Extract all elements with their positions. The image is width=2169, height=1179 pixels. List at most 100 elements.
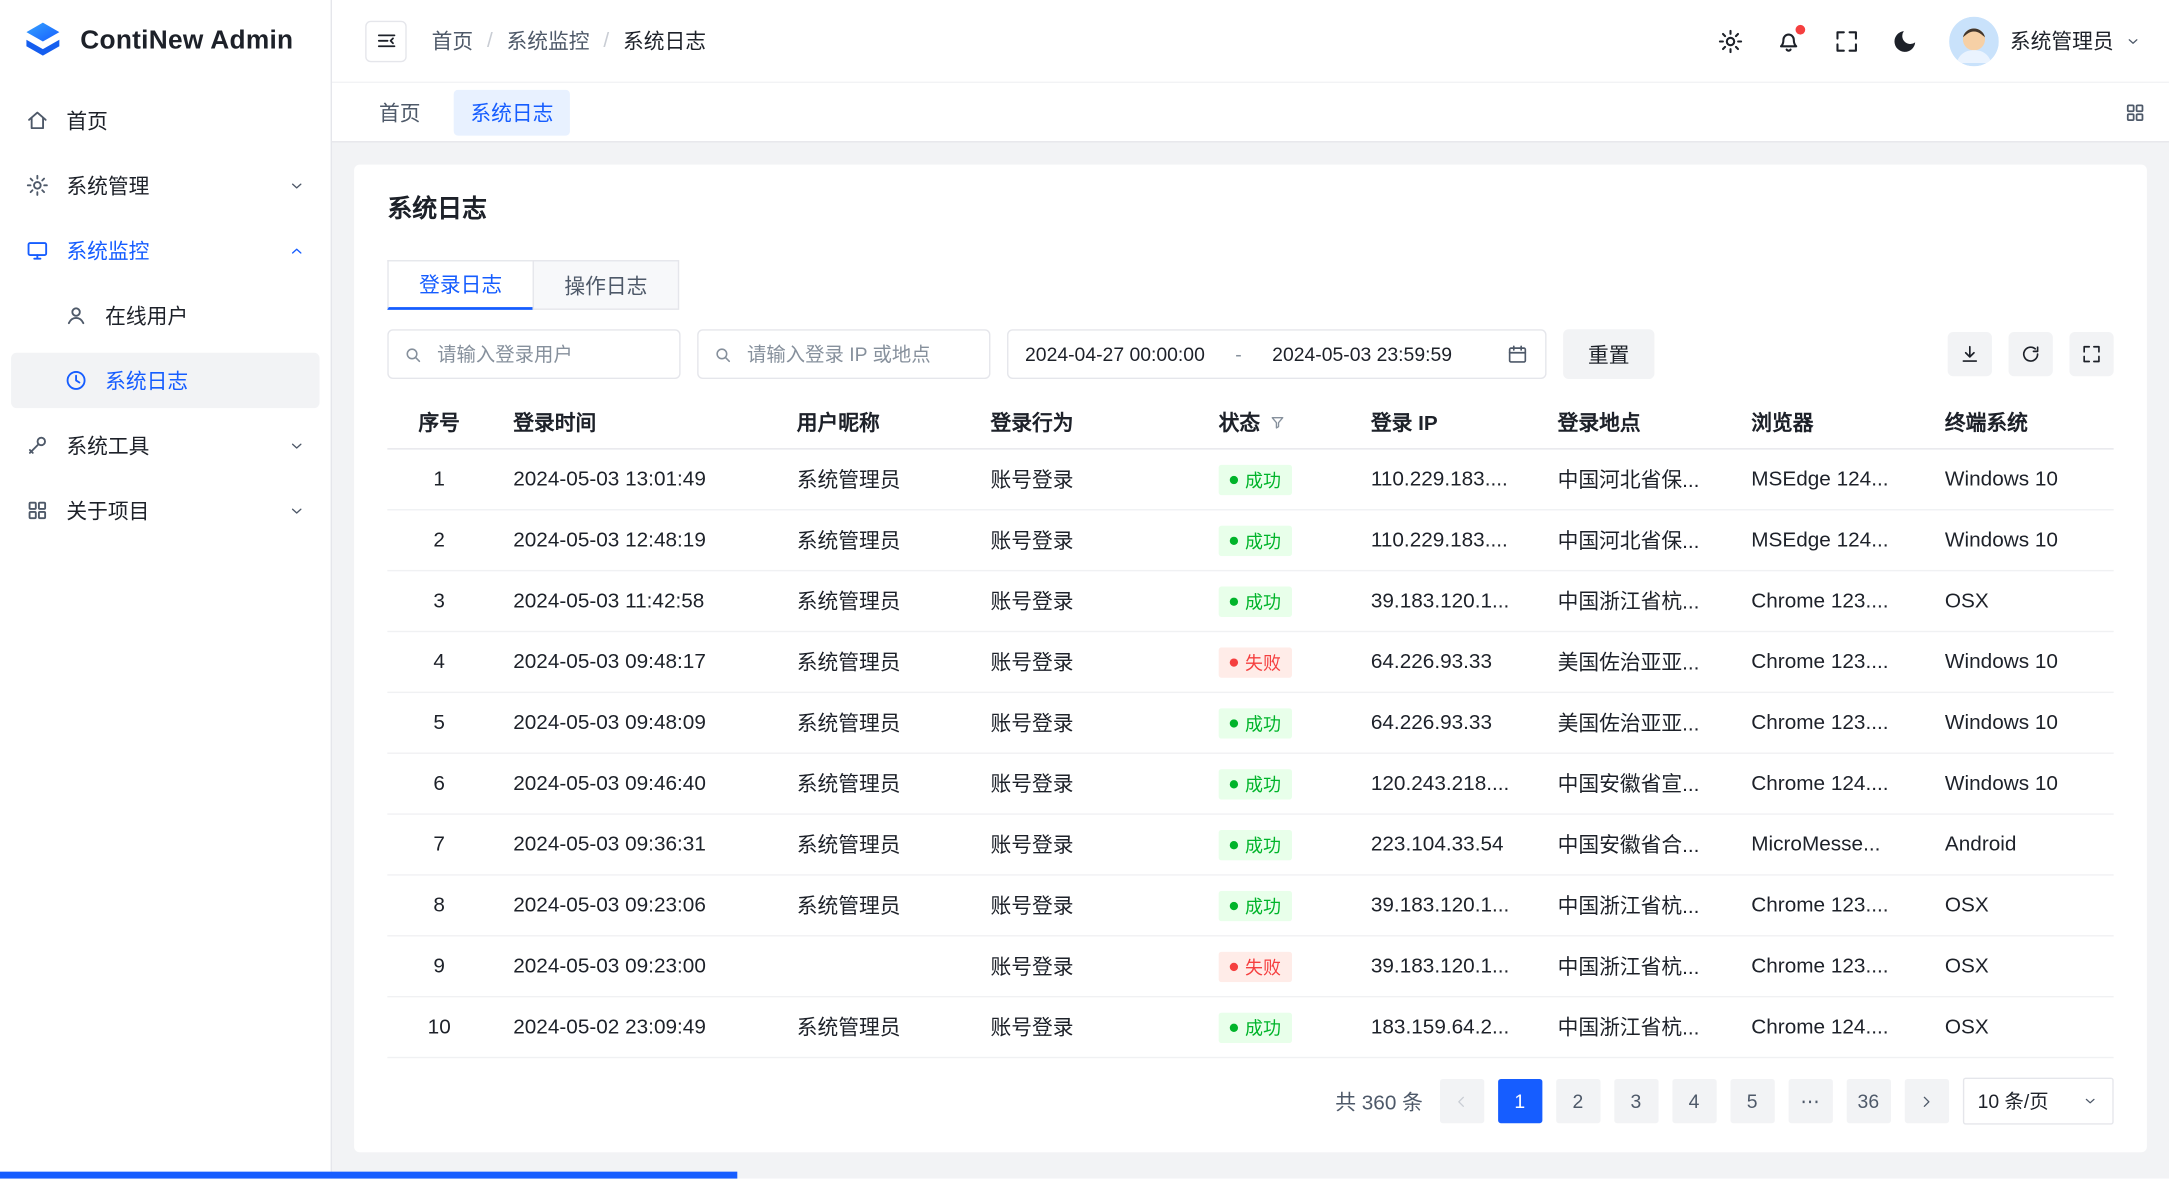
menu-fold-icon <box>374 29 398 53</box>
chevron-down-icon <box>288 501 306 519</box>
table-row[interactable]: 1 2024-05-03 13:01:49 系统管理员 账号登录 成功 110.… <box>387 450 2113 511</box>
export-button[interactable] <box>1948 332 1992 376</box>
table-row[interactable]: 6 2024-05-03 09:46:40 系统管理员 账号登录 成功 120.… <box>387 754 2113 815</box>
column-header-index: 序号 <box>387 407 491 436</box>
tab-operation-logs[interactable]: 操作日志 <box>533 260 680 310</box>
cell-os: Windows 10 <box>1923 528 2114 552</box>
column-header-status: 状态 <box>1197 407 1349 436</box>
cell-nickname: 系统管理员 <box>775 587 969 616</box>
filter-funnel-icon[interactable] <box>1269 413 1287 431</box>
sidebar-item-system-management[interactable]: 系统管理 <box>11 158 319 213</box>
cell-location: 中国浙江省杭... <box>1535 1013 1729 1042</box>
cell-time: 2024-05-03 09:23:06 <box>491 894 775 918</box>
sidebar-item-system-tools[interactable]: 系统工具 <box>11 418 319 473</box>
cell-status: 成功 <box>1197 586 1349 616</box>
table-row[interactable]: 5 2024-05-03 09:48:09 系统管理员 账号登录 成功 64.2… <box>387 693 2113 754</box>
cell-browser: Chrome 123.... <box>1729 894 1923 918</box>
column-header-browser: 浏览器 <box>1729 407 1923 436</box>
app-logo[interactable]: ContiNew Admin <box>0 0 331 83</box>
login-user-search[interactable] <box>387 329 680 379</box>
pagination-next-button[interactable] <box>1904 1079 1948 1123</box>
logo-icon <box>19 18 66 65</box>
table-row[interactable]: 7 2024-05-03 09:36:31 系统管理员 账号登录 成功 223.… <box>387 815 2113 876</box>
status-badge: 失败 <box>1219 647 1292 677</box>
cell-os: OSX <box>1923 589 2114 613</box>
cell-time: 2024-05-02 23:09:49 <box>491 1015 775 1039</box>
fullscreen-icon <box>1833 27 1861 55</box>
cell-index: 3 <box>387 589 491 613</box>
app-title: ContiNew Admin <box>80 26 293 56</box>
tab-actions-grid-icon[interactable] <box>2123 100 2147 124</box>
cell-ip: 39.183.120.1... <box>1349 589 1536 613</box>
view-tab-home[interactable]: 首页 <box>362 89 437 135</box>
table-row[interactable]: 2 2024-05-03 12:48:19 系统管理员 账号登录 成功 110.… <box>387 510 2113 571</box>
cell-location: 美国佐治亚亚... <box>1535 708 1729 737</box>
table-row[interactable]: 10 2024-05-02 23:09:49 系统管理员 账号登录 成功 183… <box>387 997 2113 1058</box>
table-row[interactable]: 9 2024-05-03 09:23:00 账号登录 失败 39.183.120… <box>387 936 2113 997</box>
tool-icon <box>25 433 50 458</box>
sidebar-collapse-button[interactable] <box>365 20 406 61</box>
table-header-row: 序号 登录时间 用户昵称 登录行为 状态 登录 IP 登录地点 浏览器 终端系统 <box>387 396 2113 450</box>
table-row[interactable]: 4 2024-05-03 09:48:17 系统管理员 账号登录 失败 64.2… <box>387 632 2113 693</box>
cell-time: 2024-05-03 09:23:00 <box>491 954 775 978</box>
sidebar-item-online-users[interactable]: 在线用户 <box>11 288 319 343</box>
pagination-page-button[interactable]: 5 <box>1730 1079 1774 1123</box>
pagination: 共 360 条 1 2 3 4 5 ⋯ <box>387 1078 2113 1125</box>
pagination-page-button[interactable]: 3 <box>1614 1079 1658 1123</box>
sidebar-item-about-project[interactable]: 关于项目 <box>11 483 319 538</box>
chevron-up-icon <box>288 241 306 259</box>
user-menu[interactable]: 系统管理员 <box>1949 16 2141 66</box>
status-dot-icon <box>1230 597 1238 605</box>
pagination-page-button[interactable]: 1 <box>1498 1079 1542 1123</box>
column-header-location: 登录地点 <box>1535 407 1729 436</box>
status-dot-icon <box>1230 658 1238 666</box>
login-ip-search[interactable] <box>697 329 990 379</box>
sidebar-item-system-monitor[interactable]: 系统监控 <box>11 223 319 278</box>
pagination-page-button[interactable]: 4 <box>1672 1079 1716 1123</box>
date-range-picker[interactable]: 2024-04-27 00:00:00 - 2024-05-03 23:59:5… <box>1007 329 1546 379</box>
search-icon <box>712 344 733 365</box>
sidebar-item-system-logs[interactable]: 系统日志 <box>11 353 319 408</box>
pagination-more-button[interactable]: ⋯ <box>1788 1079 1832 1123</box>
view-tab-system-logs[interactable]: 系统日志 <box>454 89 570 135</box>
page-size-select[interactable]: 10 条/页 <box>1962 1078 2113 1125</box>
dark-mode-toggle[interactable] <box>1891 27 1919 55</box>
tab-login-logs[interactable]: 登录日志 <box>387 260 534 310</box>
login-ip-input[interactable] <box>744 342 975 367</box>
user-icon <box>64 303 89 328</box>
table-row[interactable]: 8 2024-05-03 09:23:06 系统管理员 账号登录 成功 39.1… <box>387 876 2113 937</box>
settings-button[interactable] <box>1717 27 1745 55</box>
pagination-last-page-button[interactable]: 36 <box>1846 1079 1890 1123</box>
cell-os: OSX <box>1923 894 2114 918</box>
sidebar-item-label: 系统监控 <box>66 236 149 265</box>
pagination-page-button[interactable]: 2 <box>1556 1079 1600 1123</box>
date-range-end: 2024-05-03 23:59:59 <box>1272 343 1452 365</box>
cell-location: 中国河北省保... <box>1535 526 1729 555</box>
pagination-pages: 1 2 3 4 5 <box>1498 1079 1775 1123</box>
cell-location: 中国安徽省宣... <box>1535 769 1729 798</box>
cell-status: 成功 <box>1197 708 1349 738</box>
table-row[interactable]: 3 2024-05-03 11:42:58 系统管理员 账号登录 成功 39.1… <box>387 571 2113 632</box>
cell-ip: 64.226.93.33 <box>1349 650 1536 674</box>
cell-behavior: 账号登录 <box>968 1013 1196 1042</box>
reset-button[interactable]: 重置 <box>1563 329 1654 379</box>
pagination-prev-button[interactable] <box>1440 1079 1484 1123</box>
login-user-input[interactable] <box>434 342 665 367</box>
horizontal-scrollbar-thumb[interactable] <box>0 1172 737 1179</box>
fullscreen-button[interactable] <box>1833 27 1861 55</box>
cell-status: 成功 <box>1197 464 1349 494</box>
breadcrumb-item-monitor[interactable]: 系统监控 <box>507 26 590 55</box>
cell-behavior: 账号登录 <box>968 526 1196 555</box>
cell-index: 9 <box>387 954 491 978</box>
cell-behavior: 账号登录 <box>968 708 1196 737</box>
system-logs-card: 系统日志 登录日志 操作日志 2024-04-27 00:00:00 - 202… <box>354 165 2147 1153</box>
breadcrumb: 首页 / 系统监控 / 系统日志 <box>432 26 706 55</box>
notifications-button[interactable] <box>1775 27 1803 55</box>
breadcrumb-item-home[interactable]: 首页 <box>432 26 474 55</box>
refresh-button[interactable] <box>2009 332 2053 376</box>
cell-status: 失败 <box>1197 951 1349 981</box>
cell-os: OSX <box>1923 1015 2114 1039</box>
search-icon <box>403 344 424 365</box>
table-fullscreen-button[interactable] <box>2069 332 2113 376</box>
sidebar-item-home[interactable]: 首页 <box>11 93 319 148</box>
